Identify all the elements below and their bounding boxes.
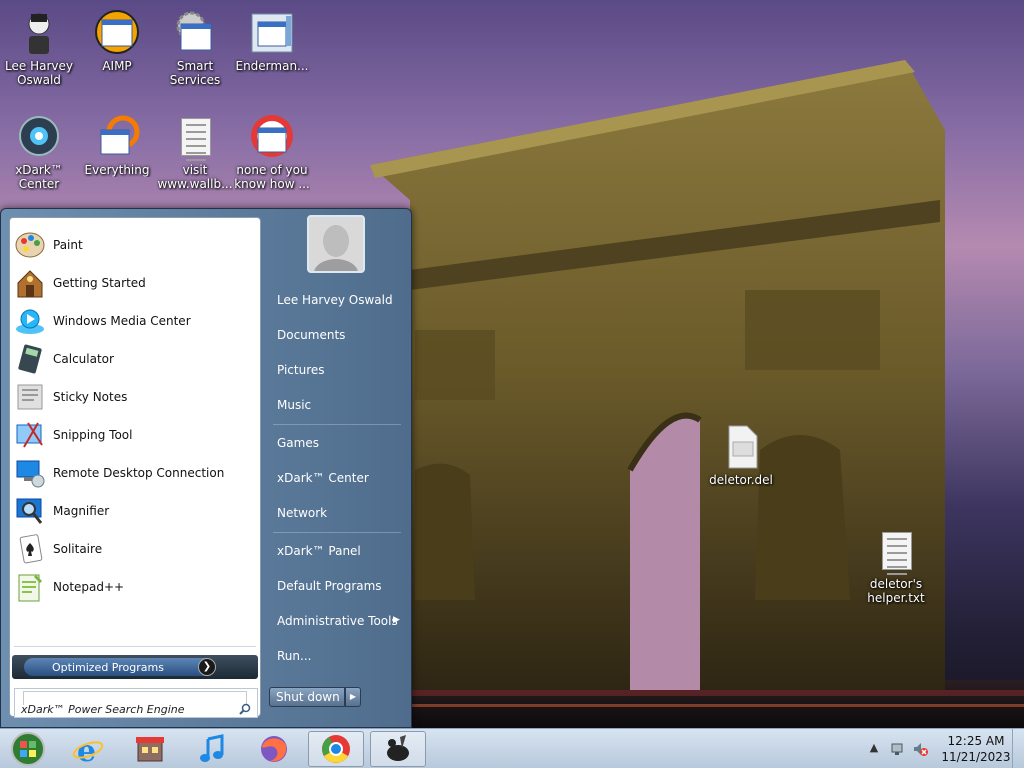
internet-explorer-icon: e (72, 734, 104, 765)
solitaire-icon (14, 533, 46, 565)
taskbar-store[interactable] (122, 731, 178, 767)
desktop-icon-aimp[interactable]: AIMP (79, 8, 155, 100)
chevron-right-icon: ❯ (198, 658, 216, 676)
desktop-icon-smart-services[interactable]: Smart Services (157, 8, 233, 100)
link-music[interactable]: Music (277, 398, 311, 412)
program-remote-desktop[interactable]: Remote Desktop Connection (14, 456, 258, 490)
firefox-icon (261, 736, 287, 762)
link-xdark-panel[interactable]: xDark™ Panel (277, 544, 361, 558)
paint-icon (14, 229, 46, 261)
sticky-notes-icon (14, 381, 46, 413)
program-snipping-tool[interactable]: Snipping Tool (14, 418, 258, 452)
magnifier-icon (14, 495, 46, 527)
taskbar: e ▲ 12:25 AM 11/21/2023 (0, 728, 1024, 768)
desktop-icon-deletor-del[interactable]: deletor.del (703, 422, 779, 514)
xdark-center-icon (15, 114, 63, 160)
desktop-icon-none-of-you[interactable]: none of you know how ... (234, 112, 310, 204)
desktop-icon-visit-wallb[interactable]: visit www.wallb... (157, 112, 233, 204)
start-menu: Paint Getting Started Windows Media Cent… (0, 208, 412, 728)
start-menu-programs-pane: Paint Getting Started Windows Media Cent… (9, 217, 261, 718)
program-solitaire[interactable]: Solitaire (14, 532, 258, 566)
places-divider (273, 424, 401, 425)
taskbar-paint-app[interactable] (370, 731, 426, 767)
link-default-programs[interactable]: Default Programs (277, 579, 382, 593)
user-photo-icon (309, 217, 363, 271)
remote-desktop-icon (14, 457, 46, 489)
link-user-folder[interactable]: Lee Harvey Oswald (277, 293, 393, 307)
clock-date: 11/21/2023 (941, 750, 1011, 764)
program-calculator[interactable]: Calculator (14, 342, 258, 376)
taskbar-chrome[interactable] (308, 731, 364, 767)
shutdown-options-button[interactable]: ▶ (345, 687, 361, 707)
everything-icon (93, 114, 141, 160)
link-pictures[interactable]: Pictures (277, 363, 325, 377)
link-network[interactable]: Network (277, 506, 327, 520)
smart-services-icon (171, 10, 219, 56)
desktop-icon-xdark-center[interactable]: xDark™ Center (1, 112, 77, 204)
desktop-icon-enderman[interactable]: Enderman... (234, 8, 310, 100)
program-getting-started[interactable]: Getting Started (14, 266, 258, 300)
system-clock[interactable]: 12:25 AM 11/21/2023 (936, 733, 1016, 765)
link-administrative-tools[interactable]: Administrative Tools (277, 614, 398, 628)
text-file-icon (171, 114, 219, 161)
text-file-icon (872, 528, 920, 575)
taskbar-internet-explorer[interactable]: e (60, 731, 116, 767)
user-avatar-icon (15, 10, 63, 56)
svg-text:e: e (77, 734, 96, 765)
chrome-icon (322, 735, 350, 763)
taskbar-music-player[interactable] (184, 731, 240, 767)
submenu-arrow-icon: ▶ (393, 615, 400, 625)
link-games[interactable]: Games (277, 436, 319, 450)
program-windows-media-center[interactable]: Windows Media Center (14, 304, 258, 338)
programs-divider (14, 646, 256, 647)
search-input[interactable]: xDark™ Power Search Engine (21, 703, 185, 716)
store-icon (136, 737, 164, 762)
windows-orb-icon (11, 732, 45, 766)
start-button[interactable] (0, 731, 56, 767)
link-run[interactable]: Run... (277, 649, 311, 663)
taskbar-firefox[interactable] (246, 731, 302, 767)
snipping-tool-icon (14, 419, 46, 451)
notepadpp-icon (14, 571, 46, 603)
places-divider (273, 532, 401, 533)
paint-bucket-icon (387, 735, 409, 761)
user-picture[interactable] (307, 215, 365, 273)
optimized-programs-button[interactable]: Optimized Programs ❯ (12, 655, 258, 679)
desktop-icon-everything[interactable]: Everything (79, 112, 155, 204)
program-paint[interactable]: Paint (14, 228, 258, 262)
calculator-icon (14, 343, 46, 375)
link-xdark-center[interactable]: xDark™ Center (277, 471, 369, 485)
desktop-icon-lee-harvey-oswald[interactable]: Lee Harvey Oswald (1, 8, 77, 100)
getting-started-icon (14, 267, 46, 299)
media-center-icon (14, 305, 46, 337)
program-sticky-notes[interactable]: Sticky Notes (14, 380, 258, 414)
aimp-icon (93, 10, 141, 56)
program-notepadpp[interactable]: Notepad++ (14, 570, 258, 604)
enderman-icon (248, 10, 296, 56)
music-note-icon (200, 734, 224, 762)
network-icon[interactable] (890, 741, 906, 757)
generic-file-icon (717, 424, 765, 470)
show-desktop-button[interactable] (1012, 729, 1024, 768)
link-documents[interactable]: Documents (277, 328, 345, 342)
search-box[interactable]: xDark™ Power Search Engine (14, 688, 258, 718)
start-menu-places-pane: Lee Harvey Oswald Documents Pictures Mus… (263, 209, 413, 729)
program-magnifier[interactable]: Magnifier (14, 494, 258, 528)
desktop-icon-deletors-helper[interactable]: deletor's helper.txt (858, 526, 934, 618)
volume-muted-icon[interactable] (912, 741, 928, 757)
show-hidden-icons-arrow[interactable]: ▲ (866, 741, 882, 757)
clock-time: 12:25 AM (947, 734, 1005, 748)
none-of-you-icon (248, 114, 296, 160)
shutdown-button[interactable]: Shut down (269, 687, 345, 707)
search-icon[interactable] (239, 703, 251, 715)
